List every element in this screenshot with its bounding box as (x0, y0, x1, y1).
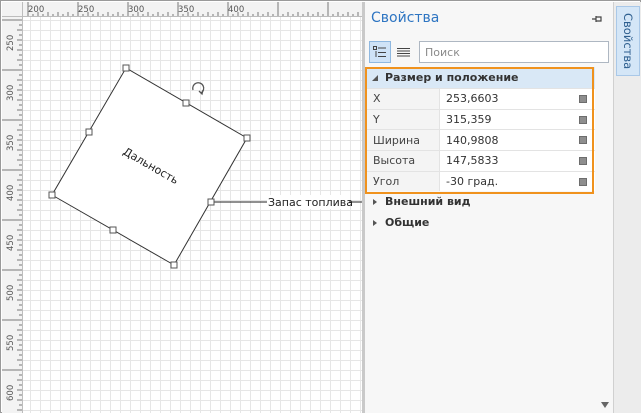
property-grid: Размер и положение X 253,6603 Y 315,359 … (365, 67, 595, 233)
property-row-y[interactable]: Y 315,359 (365, 108, 595, 130)
property-row-height[interactable]: Высота 147,5833 (365, 150, 595, 171)
ruler-left-label: 250 (6, 35, 16, 51)
resize-handle[interactable] (122, 64, 130, 72)
panel-title: Свойства (371, 10, 440, 26)
category-label: Общие (385, 216, 430, 230)
properties-panel: Свойства Поиск Размер и положение X 253,… (365, 2, 613, 413)
property-value[interactable]: 253,6603 (440, 89, 595, 109)
scroll-down-icon[interactable] (599, 399, 611, 411)
ruler-corner (2, 2, 23, 17)
ruler-left-label: 500 (6, 285, 16, 301)
property-row-width[interactable]: Ширина 140,9808 (365, 129, 595, 151)
rotate-handle-icon[interactable] (192, 82, 205, 96)
category-label: Размер и положение (385, 71, 519, 84)
ruler-top-label: 400 (228, 5, 244, 15)
property-row-angle[interactable]: Угол -30 град. (365, 170, 595, 192)
resize-handle[interactable] (85, 128, 93, 136)
property-value[interactable]: 147,5833 (440, 151, 595, 171)
ruler-top-label: 300 (128, 5, 144, 15)
list-icon (396, 47, 410, 56)
side-tab-strip: Свойства (613, 2, 641, 413)
ruler-left: 250 300 350 400 450 500 550 600 (2, 17, 23, 413)
window-frame: 200 250 300 350 400 250 300 350 400 450 … (0, 0, 641, 413)
diagram-canvas[interactable]: Запас топлива Дальность (23, 17, 362, 413)
property-value[interactable]: 315,359 (440, 110, 595, 130)
search-input[interactable] (419, 41, 609, 63)
property-row-x[interactable]: X 253,6603 (365, 88, 595, 109)
property-marker-icon[interactable] (579, 115, 587, 124)
category-size-position[interactable]: Размер и положение (365, 67, 595, 88)
canvas-svg: Запас топлива Дальность (48, 64, 362, 269)
ruler-left-label: 600 (6, 385, 16, 401)
ruler-left-label: 300 (6, 85, 16, 101)
property-name: Высота (365, 151, 440, 171)
property-value[interactable]: -30 град. (440, 172, 595, 192)
ruler-top-label: 200 (28, 5, 44, 15)
resize-handle[interactable] (109, 226, 117, 234)
category-general[interactable]: Общие (365, 212, 595, 233)
categorized-view-button[interactable] (369, 41, 391, 63)
alphabetical-view-button[interactable] (392, 41, 414, 63)
expand-triangle-icon[interactable] (365, 198, 385, 206)
ruler-left-svg: 250 300 350 400 450 500 550 600 (2, 19, 22, 411)
resize-handle[interactable] (48, 191, 56, 199)
ruler-left-label: 450 (6, 235, 16, 251)
expand-triangle-icon[interactable] (365, 219, 385, 227)
property-name: Y (365, 109, 440, 130)
resize-handle[interactable] (207, 198, 215, 206)
ruler-top-label: 250 (78, 5, 94, 15)
property-value[interactable]: 140,9808 (440, 130, 595, 150)
ruler-left-label: 550 (6, 335, 16, 351)
connector-label[interactable]: Запас топлива (268, 196, 353, 209)
side-tab-properties[interactable]: Свойства (616, 6, 640, 76)
categorized-icon (373, 46, 386, 57)
property-marker-icon[interactable] (579, 136, 587, 145)
ruler-top: 200 250 300 350 400 (23, 2, 362, 17)
property-name: X (365, 89, 440, 109)
pin-icon[interactable] (591, 14, 603, 24)
property-name: Угол (365, 171, 440, 192)
property-name: Ширина (365, 130, 440, 151)
ruler-top-label: 350 (178, 5, 194, 15)
category-label: Внешний вид (385, 195, 471, 209)
category-appearance[interactable]: Внешний вид (365, 191, 595, 212)
resize-handle[interactable] (243, 134, 251, 142)
ruler-top-svg: 200 250 300 350 400 (27, 2, 359, 16)
collapse-triangle-icon[interactable] (365, 74, 385, 82)
resize-handle[interactable] (182, 99, 190, 107)
ruler-left-label: 400 (6, 185, 16, 201)
property-marker-icon[interactable] (579, 157, 587, 166)
panel-toolbar (367, 40, 611, 66)
property-marker-icon[interactable] (579, 95, 587, 103)
ruler-left-label: 350 (6, 135, 16, 151)
property-marker-icon[interactable] (579, 177, 587, 186)
side-tab-label: Свойства (621, 12, 635, 70)
resize-handle[interactable] (170, 261, 178, 269)
